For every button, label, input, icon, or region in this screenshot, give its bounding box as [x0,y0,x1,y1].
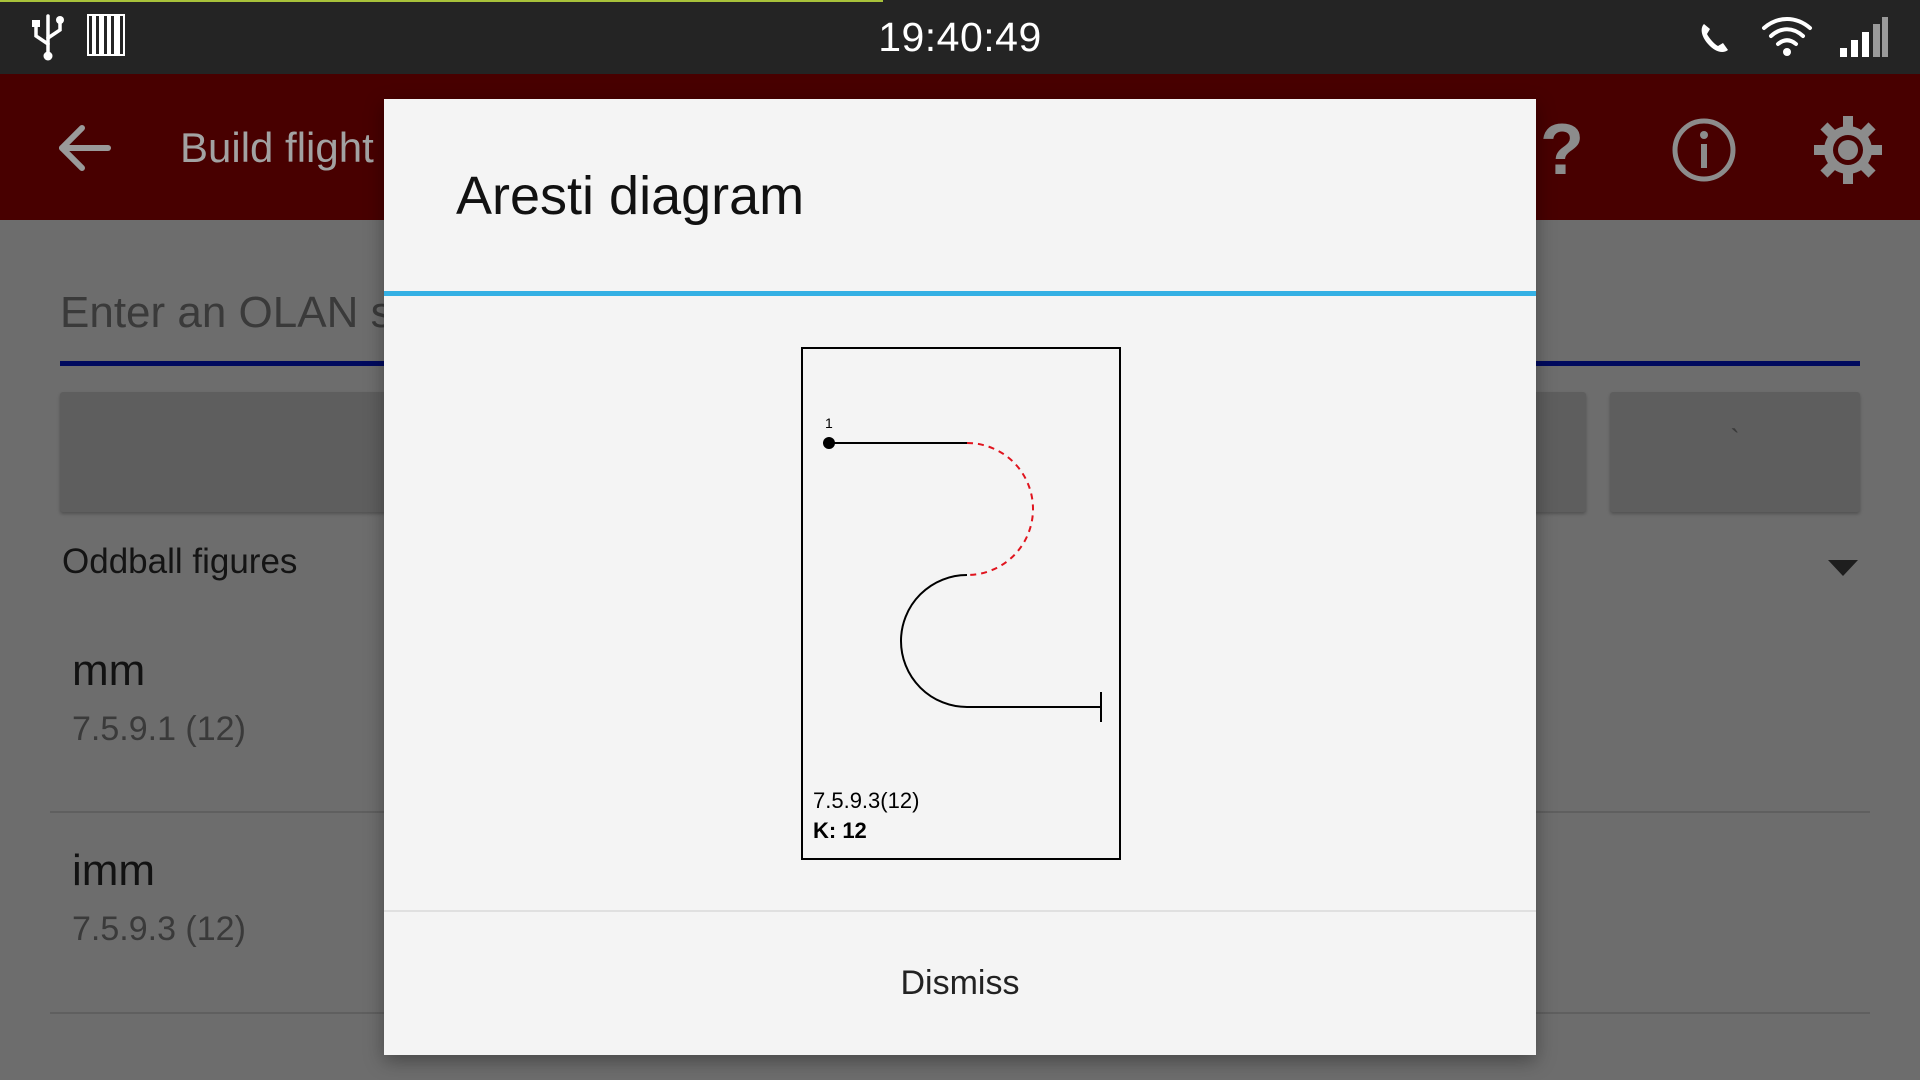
figure-button-right-label: ` [1730,424,1740,455]
settings-icon[interactable] [1812,114,1884,186]
help-icon[interactable]: ? [1526,114,1598,186]
status-bar: 19:40:49 [0,0,1920,74]
svg-text:?: ? [1540,114,1584,186]
page-title: Build flight [180,124,374,171]
aresti-figure-drawing: 1 [823,415,1102,722]
diagram-figure-code: 7.5.9.3(12) [813,788,920,813]
negative-half-loop [966,442,1034,576]
back-arrow-icon[interactable] [56,118,116,178]
dialog-title: Aresti diagram [456,166,805,226]
figure-button-right[interactable]: ` [1610,392,1860,512]
diagram-start-number: 1 [825,415,833,431]
status-progress-line [0,0,883,2]
diagram-k-factor: K: 12 [813,818,867,843]
info-icon[interactable] [1668,114,1740,186]
figure-button-left[interactable] [60,392,400,512]
aresti-diagram: 1 7.5.9.3(12) K: 12 [801,347,1121,860]
dismiss-button[interactable]: Dismiss [384,912,1536,1055]
category-selector[interactable]: Oddball figures [62,542,297,582]
positive-half-loop [900,574,968,708]
aresti-dialog: Aresti diagram 1 7.5.9.3(12) K: 12 Dismi… [384,99,1536,1055]
phone-call-icon [1701,24,1728,52]
chevron-down-icon[interactable] [1828,560,1858,576]
status-clock: 19:40:49 [878,14,1042,60]
cell-signal-icon [1840,17,1888,57]
wifi-icon [1762,17,1812,56]
dialog-title-divider [384,291,1536,296]
